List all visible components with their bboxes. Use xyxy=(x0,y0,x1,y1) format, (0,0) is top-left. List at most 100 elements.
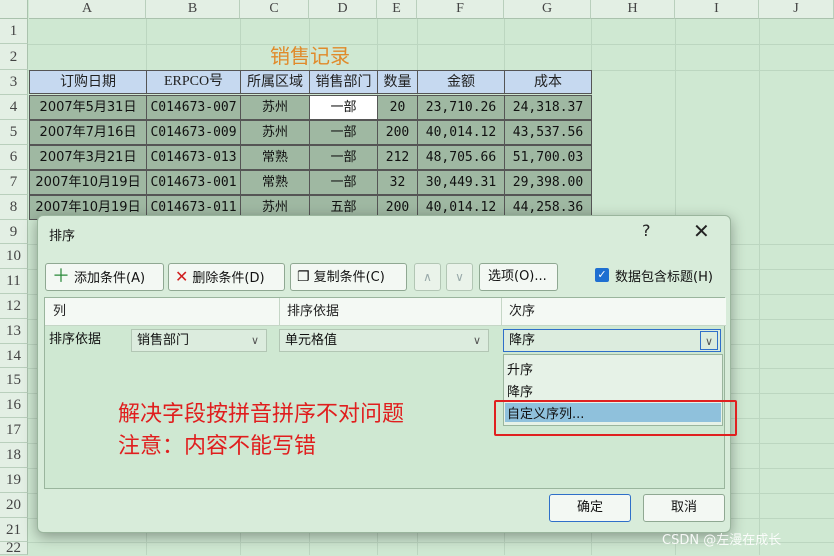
column-header-g[interactable]: G xyxy=(504,0,591,19)
row-header[interactable]: 3 xyxy=(0,70,28,95)
chevron-down-icon[interactable]: ∨ xyxy=(468,331,486,350)
table-cell[interactable]: 51,700.03 xyxy=(504,145,592,170)
row-header[interactable]: 22 xyxy=(0,541,28,556)
table-cell[interactable]: 48,705.66 xyxy=(417,145,505,170)
header-cell-cost[interactable]: 成本 xyxy=(504,70,592,94)
table-cell[interactable]: C014673-009 xyxy=(146,120,241,145)
table-cell[interactable]: C014673-001 xyxy=(146,170,241,195)
table-cell[interactable]: 一部 xyxy=(309,145,378,170)
row-header[interactable]: 15 xyxy=(0,368,28,393)
table-cell[interactable]: 2007年7月16日 xyxy=(29,120,147,145)
close-icon[interactable]: ✕ xyxy=(693,219,710,243)
column-header-c[interactable]: C xyxy=(240,0,309,19)
basis-select[interactable]: 单元格值 ∨ xyxy=(279,329,489,352)
table-cell[interactable]: C014673-007 xyxy=(146,95,241,120)
row-header[interactable]: 18 xyxy=(0,443,28,468)
table-cell-selected[interactable]: 一部 xyxy=(309,95,378,120)
table-cell[interactable]: 24,318.37 xyxy=(504,95,592,120)
chevron-down-icon[interactable]: ∨ xyxy=(246,331,264,350)
row-header[interactable]: 19 xyxy=(0,468,28,493)
row-header[interactable]: 4 xyxy=(0,95,28,120)
table-cell[interactable]: 2007年3月21日 xyxy=(29,145,147,170)
chevron-down-icon[interactable]: ∨ xyxy=(700,331,718,350)
column-header-a[interactable]: A xyxy=(29,0,146,19)
column-header-h[interactable]: H xyxy=(591,0,675,19)
row-header[interactable]: 2 xyxy=(0,44,28,70)
basis-header-label: 排序依据 xyxy=(287,304,340,319)
table-cell[interactable]: C014673-013 xyxy=(146,145,241,170)
row-header[interactable]: 17 xyxy=(0,418,28,443)
sort-conditions-grid: 列 排序依据 次序 排序依据 销售部门 ∨ 单元格值 ∨ 降序 ∨ 升序 降序 … xyxy=(44,297,726,489)
column-select-value: 销售部门 xyxy=(137,333,190,348)
column-header-b[interactable]: B xyxy=(146,0,240,19)
cancel-button[interactable]: 取消 xyxy=(643,494,725,522)
has-header-checkbox[interactable]: ✓ xyxy=(595,268,609,282)
row-header[interactable]: 9 xyxy=(0,220,28,244)
header-cell-amount[interactable]: 金额 xyxy=(417,70,505,94)
row-header[interactable]: 21 xyxy=(0,518,28,542)
column-select[interactable]: 销售部门 ∨ xyxy=(131,329,267,352)
select-all-corner[interactable] xyxy=(0,0,28,19)
row-header[interactable]: 6 xyxy=(0,145,28,170)
table-cell[interactable]: 29,398.00 xyxy=(504,170,592,195)
options-button[interactable]: 选项(O)... xyxy=(479,263,558,291)
row-header[interactable]: 14 xyxy=(0,344,28,368)
table-cell[interactable]: 2007年10月19日 xyxy=(29,170,147,195)
table-cell[interactable]: 20 xyxy=(377,95,418,120)
column-header-f[interactable]: F xyxy=(417,0,504,19)
highlight-box xyxy=(494,400,737,436)
row-header[interactable]: 1 xyxy=(0,19,28,44)
column-header-i[interactable]: I xyxy=(675,0,759,19)
header-cell-region[interactable]: 所属区域 xyxy=(240,70,310,94)
header-cell-date[interactable]: 订购日期 xyxy=(29,70,147,94)
add-condition-label: 添加条件(A) xyxy=(74,271,146,286)
header-cell-quantity[interactable]: 数量 xyxy=(377,70,418,94)
table-cell[interactable]: 苏州 xyxy=(240,95,310,120)
row-header[interactable]: 10 xyxy=(0,244,28,269)
column-header-label: 列 xyxy=(53,304,67,319)
has-header-label[interactable]: 数据包含标题(H) xyxy=(615,266,713,285)
row-header[interactable]: 12 xyxy=(0,294,28,319)
row-header[interactable]: 16 xyxy=(0,393,28,418)
table-cell[interactable]: 40,014.12 xyxy=(417,120,505,145)
table-cell[interactable]: 200 xyxy=(377,120,418,145)
column-header-d[interactable]: D xyxy=(309,0,377,19)
table-cell[interactable]: 一部 xyxy=(309,120,378,145)
table-cell[interactable]: 32 xyxy=(377,170,418,195)
add-condition-button[interactable]: ＋ 添加条件(A) xyxy=(45,263,164,291)
watermark: CSDN @左漫在成长 xyxy=(662,533,782,548)
row-header[interactable]: 20 xyxy=(0,493,28,518)
table-cell[interactable]: 212 xyxy=(377,145,418,170)
row-header[interactable]: 8 xyxy=(0,195,28,220)
table-cell[interactable]: 2007年5月31日 xyxy=(29,95,147,120)
dialog-title: 排序 xyxy=(49,229,76,244)
table-cell[interactable]: 23,710.26 xyxy=(417,95,505,120)
table-cell[interactable]: 苏州 xyxy=(240,120,310,145)
move-up-button[interactable]: ∧ xyxy=(414,263,441,291)
table-cell[interactable]: 30,449.31 xyxy=(417,170,505,195)
annotation-line-1: 解决字段按拼音拼序不对问题 xyxy=(118,402,405,427)
column-header-e[interactable]: E xyxy=(377,0,417,19)
help-icon[interactable]: ? xyxy=(642,221,651,240)
header-cell-erpco[interactable]: ERPCO号 xyxy=(146,70,241,94)
table-cell[interactable]: 43,537.56 xyxy=(504,120,592,145)
order-option-descending[interactable]: 降序 xyxy=(507,381,533,400)
row-header[interactable]: 11 xyxy=(0,269,28,294)
order-option-ascending[interactable]: 升序 xyxy=(507,359,533,378)
table-cell[interactable]: 常熟 xyxy=(240,170,310,195)
row-header[interactable]: 5 xyxy=(0,120,28,145)
copy-condition-button[interactable]: ❐ 复制条件(C) xyxy=(290,263,407,291)
header-cell-department[interactable]: 销售部门 xyxy=(309,70,378,94)
table-cell[interactable]: 常熟 xyxy=(240,145,310,170)
row-header[interactable]: 7 xyxy=(0,170,28,195)
ok-button[interactable]: 确定 xyxy=(549,494,631,522)
delete-condition-label: 删除条件(D) xyxy=(192,271,265,286)
move-down-button[interactable]: ∨ xyxy=(446,263,473,291)
sort-dialog: 排序 ? ✕ ＋添加条件(A) ✕ 删除条件(D) ❐ 复制条件(C) ∧ ∨ 选项… xyxy=(37,215,731,533)
column-header-j[interactable]: J xyxy=(759,0,834,19)
delete-condition-button[interactable]: ✕ 删除条件(D) xyxy=(168,263,285,291)
row-header[interactable]: 13 xyxy=(0,319,28,344)
sheet-title-cell[interactable]: 销售记录 xyxy=(29,44,591,69)
order-select[interactable]: 降序 ∨ xyxy=(503,329,721,352)
table-cell[interactable]: 一部 xyxy=(309,170,378,195)
